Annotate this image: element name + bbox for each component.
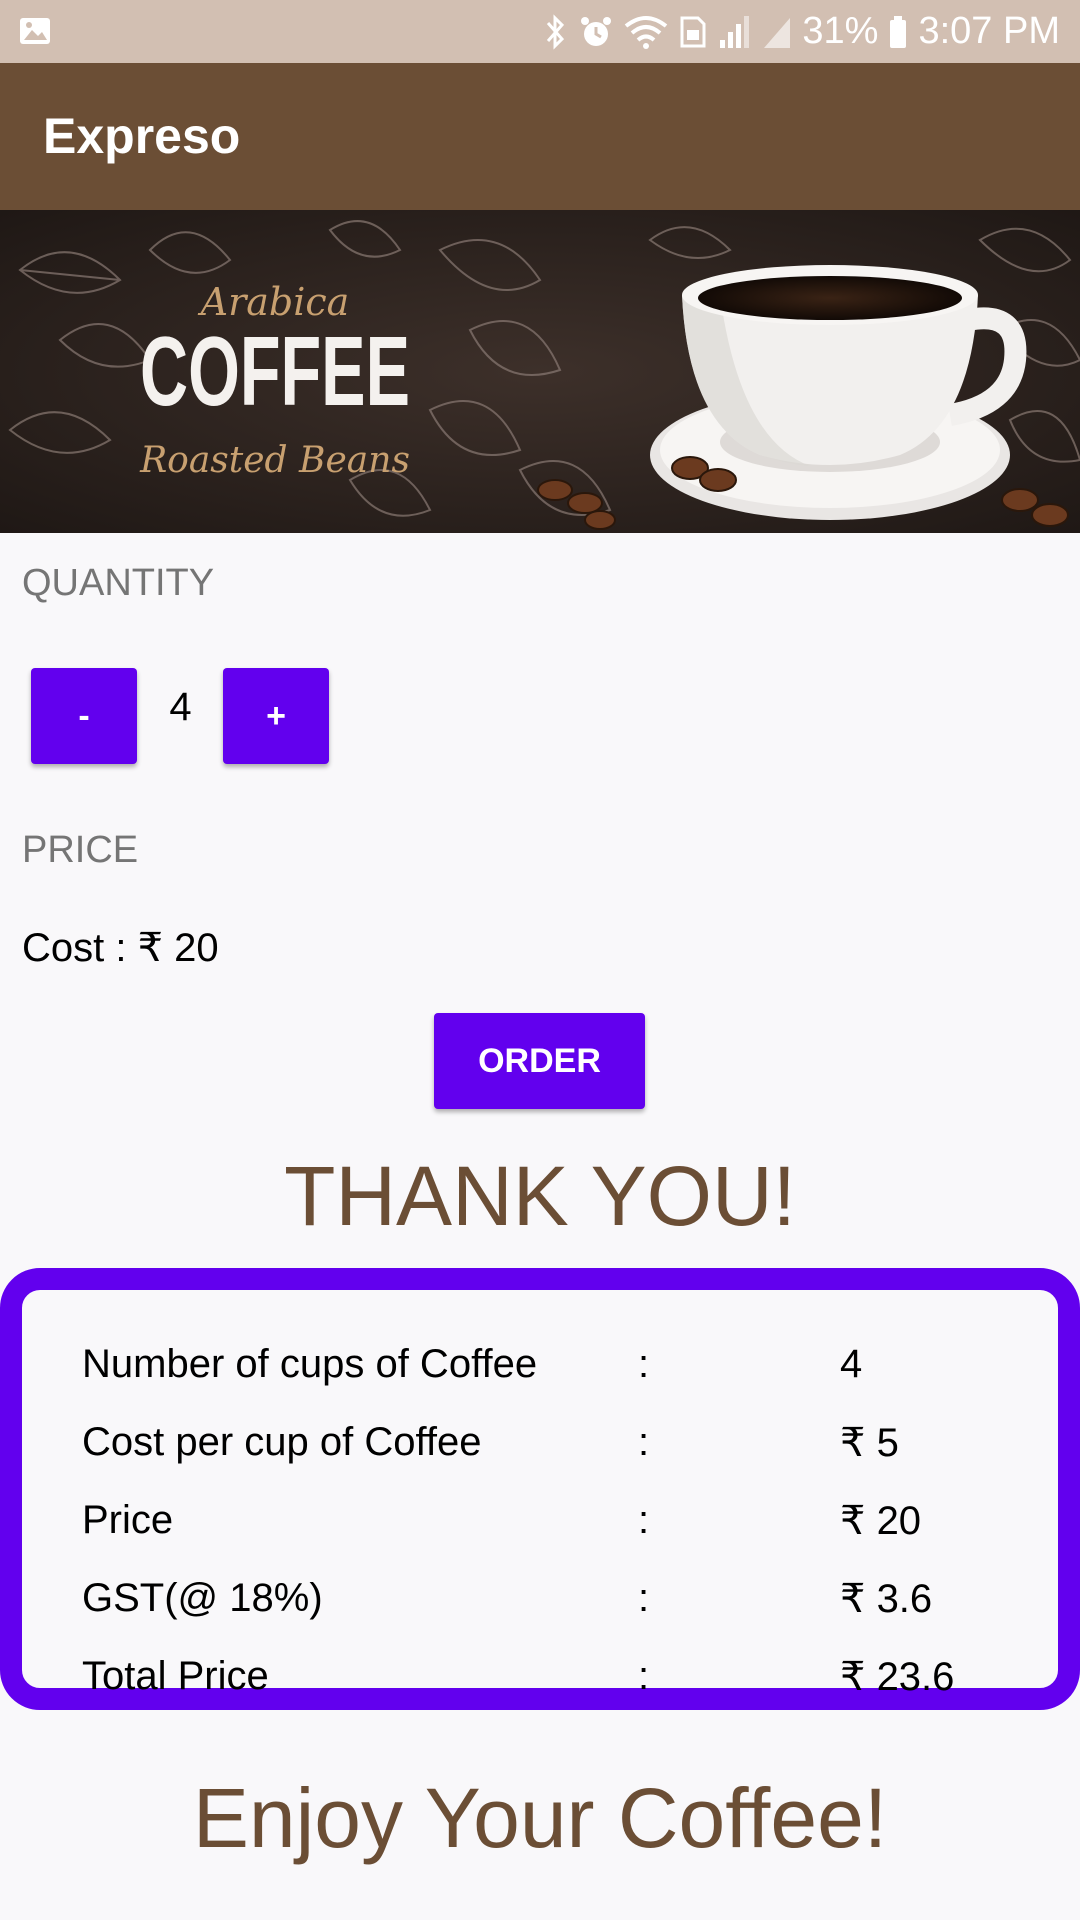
thank-you-heading: THANK YOU! [284,1149,796,1243]
coffee-banner-image: Arabica COFFEE Roasted Beans [0,210,1080,533]
summary-value: ₹ 23.6 [840,1655,955,1699]
clock: 3:07 PM [918,10,1060,52]
summary-separator: : [638,1498,650,1542]
battery-percent: 31% [802,10,879,52]
enjoy-heading: Enjoy Your Coffee! [192,1771,888,1865]
sim-card-icon [680,16,706,47]
summary-label: Number of cups of Coffee [82,1342,538,1386]
summary-row-price: Price : ₹ 20 [22,1498,1058,1558]
banner-coffee-text: COFFEE [140,316,410,426]
quantity-value: 4 [169,685,192,729]
wifi-icon [625,15,668,49]
bluetooth-icon [547,13,565,50]
summary-label: GST(@ 18%) [82,1576,323,1620]
summary-value: 4 [840,1342,863,1386]
summary-value: ₹ 3.6 [840,1577,933,1621]
alarm-icon [581,16,612,46]
battery-icon [890,15,907,48]
decrement-button[interactable]: - [31,668,137,764]
order-summary-box: Number of cups of Coffee : 4 Cost per cu… [0,1268,1080,1710]
increment-button[interactable]: + [223,668,329,764]
cost-text: Cost : ₹ 20 [22,926,219,970]
summary-value: ₹ 20 [840,1499,922,1543]
summary-label: Price [82,1498,174,1542]
app-title: Expreso [43,108,241,164]
signal-2-icon [764,17,791,48]
summary-row-gst: GST(@ 18%) : ₹ 3.6 [22,1576,1058,1636]
summary-separator: : [638,1420,650,1464]
price-label: PRICE [22,829,139,871]
summary-row-cost-per-cup: Cost per cup of Coffee : ₹ 5 [22,1420,1058,1480]
summary-row-total: Total Price : ₹ 23.6 [22,1654,1058,1714]
summary-separator: : [638,1342,650,1386]
signal-icon [720,15,750,48]
summary-separator: : [638,1654,650,1698]
app-bar: Expreso [0,63,1080,210]
banner-roasted-text: Roasted Beans [139,440,410,481]
summary-value: ₹ 5 [840,1421,899,1465]
summary-separator: : [638,1576,650,1620]
order-button[interactable]: ORDER [434,1013,645,1109]
banner-illustration: Arabica COFFEE Roasted Beans [0,210,1080,533]
summary-row-cups: Number of cups of Coffee : 4 [22,1342,1058,1402]
quantity-label: QUANTITY [22,562,215,604]
status-bar: 31% 3:07 PM [0,0,1080,63]
gallery-notification-icon [20,18,50,44]
summary-label: Cost per cup of Coffee [82,1420,482,1464]
summary-label: Total Price [82,1654,269,1698]
